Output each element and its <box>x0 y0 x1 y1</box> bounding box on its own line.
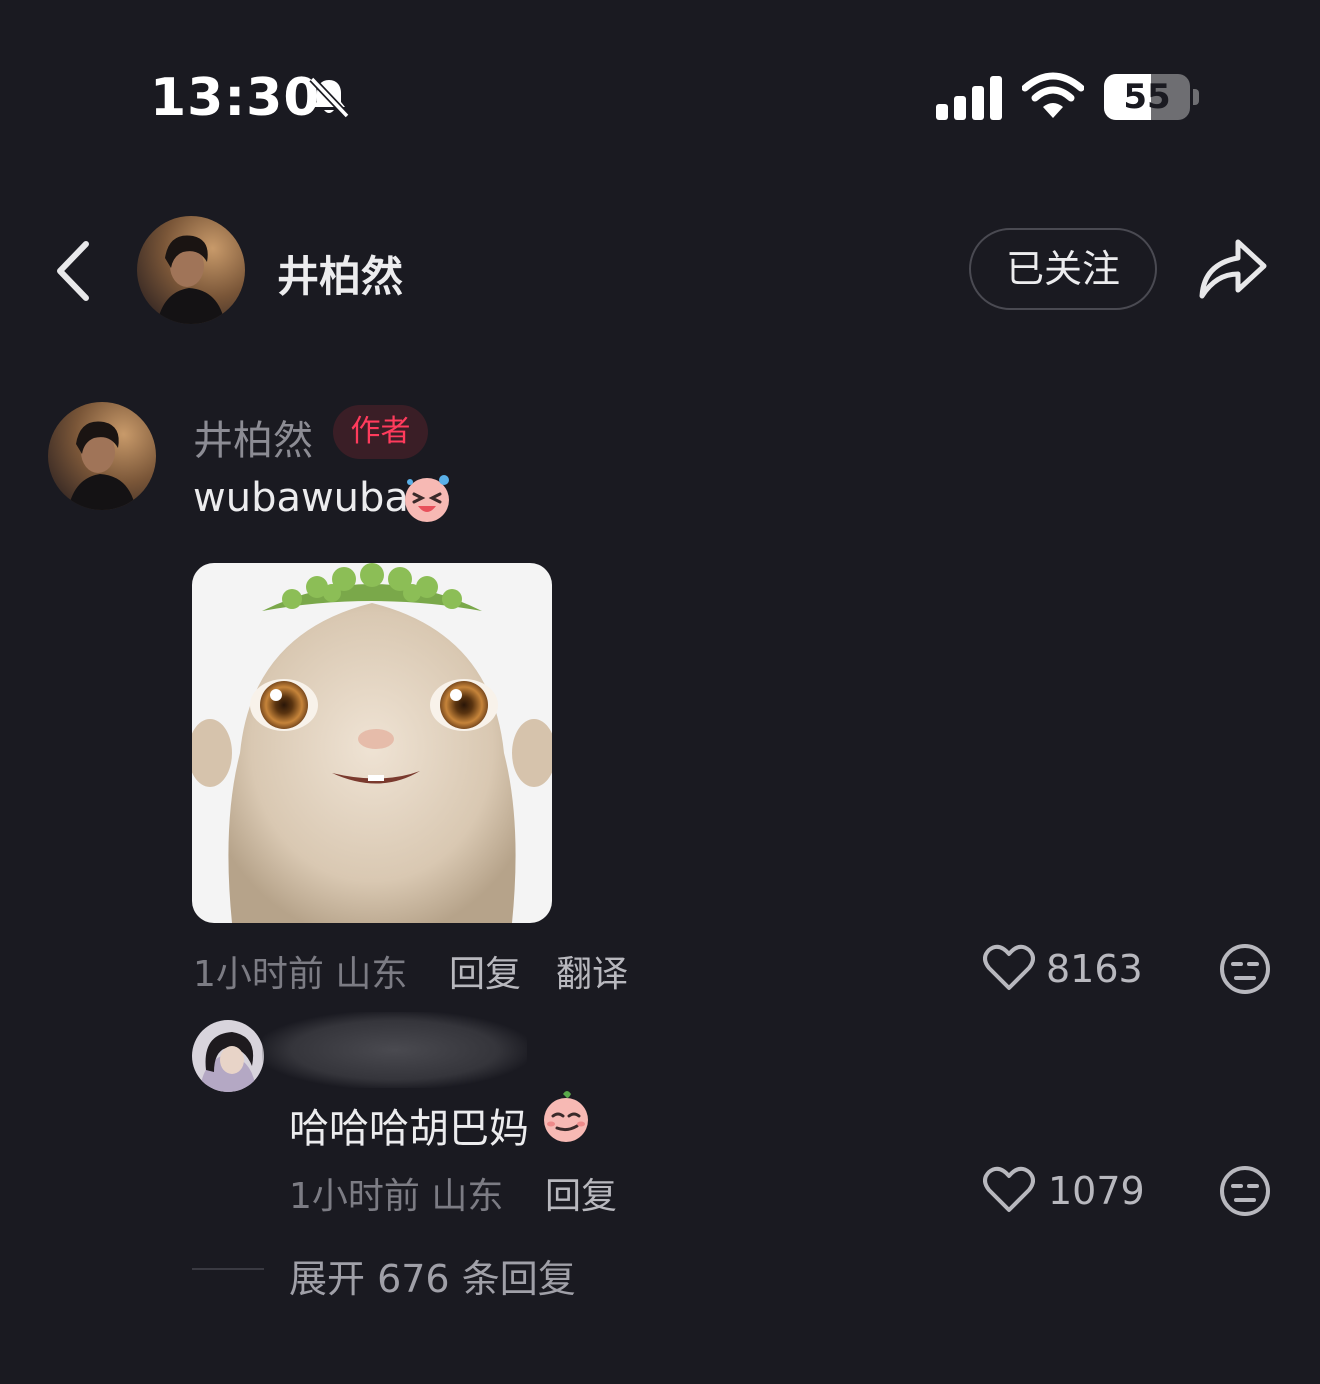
header-avatar[interactable] <box>137 216 245 324</box>
share-arrow-icon[interactable] <box>1196 234 1270 302</box>
battery-level: 55 <box>1123 77 1171 117</box>
reply-like-count: 1079 <box>1048 1169 1145 1213</box>
comment-text: wubawuba <box>193 475 409 521</box>
comment-translate-button[interactable]: 翻译 <box>556 945 628 997</box>
reply-text: 哈哈哈胡巴妈 <box>289 1106 529 1152</box>
reply-reply-button[interactable]: 回复 <box>545 1167 617 1219</box>
heart-icon[interactable] <box>983 944 1035 992</box>
comment-like-count: 8163 <box>1046 947 1143 991</box>
bell-muted-icon <box>309 76 350 119</box>
status-time: 13:30 <box>150 68 321 128</box>
reply-time-location: 1小时前 山东 <box>289 1176 504 1217</box>
expand-replies-button[interactable]: 展开 676 条回复 <box>289 1248 576 1303</box>
comment-image[interactable] <box>192 563 552 923</box>
comment-reply-button[interactable]: 回复 <box>449 945 521 997</box>
author-badge: 作者 <box>333 405 428 459</box>
heart-icon[interactable] <box>983 1166 1035 1214</box>
meh-face-icon[interactable] <box>1218 1164 1272 1218</box>
wifi-icon <box>1022 72 1084 118</box>
header-title[interactable]: 井柏然 <box>277 243 403 304</box>
commenter-avatar[interactable] <box>48 402 156 510</box>
cellular-signal-icon <box>936 76 1002 120</box>
laughing-emoji-icon <box>405 475 449 522</box>
status-bar: 13:30 55 <box>0 0 1320 190</box>
reply-avatar[interactable] <box>192 1020 264 1092</box>
battery-icon: 55 <box>1104 74 1200 120</box>
comment-time-location: 1小时前 山东 <box>193 954 408 995</box>
smirk-emoji-icon <box>544 1091 588 1142</box>
expand-divider <box>192 1268 264 1270</box>
chevron-left-icon[interactable] <box>50 236 100 306</box>
blurred-username <box>262 1012 527 1088</box>
meh-face-icon[interactable] <box>1218 942 1272 996</box>
comment-username[interactable]: 井柏然 <box>193 408 313 466</box>
follow-button[interactable]: 已关注 <box>969 228 1157 310</box>
